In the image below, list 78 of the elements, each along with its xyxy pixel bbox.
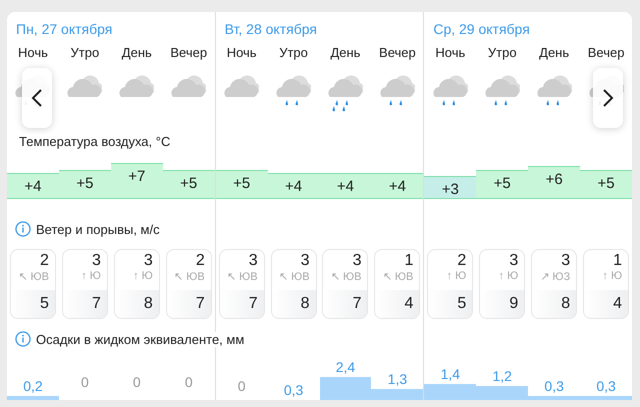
precipitation-value: 2,4 <box>336 359 356 375</box>
precipitation-value: 0 <box>80 374 89 390</box>
wind-speed: 3 <box>92 252 101 270</box>
day-date: Ср, 29 октября <box>432 20 531 39</box>
period-label: Ночь <box>226 44 257 62</box>
precipitation-value: 0 <box>184 374 193 390</box>
wind-direction: ↖ ЮВ <box>382 270 414 283</box>
precipitation-value: 0,3 <box>284 382 304 398</box>
wind-speed: 2 <box>40 252 49 270</box>
temperature-value: +4 <box>388 178 406 197</box>
period-label: Утро <box>488 44 517 62</box>
wind-gust: 4 <box>404 295 414 313</box>
wind-speed: 3 <box>144 252 153 270</box>
wind-direction: ↖ ЮВ <box>174 270 205 283</box>
temperature-value: +5 <box>233 174 250 194</box>
wind-gust: 7 <box>92 295 101 313</box>
temperature-value: +7 <box>128 168 146 187</box>
temperature-value: +5 <box>494 174 511 194</box>
wind-gust: 8 <box>300 295 310 313</box>
period-label: Вечер <box>379 44 416 62</box>
wind-speed: 3 <box>561 252 570 270</box>
temperature-value: +4 <box>336 178 354 197</box>
wind-direction: ↑ Ю <box>498 270 518 282</box>
temperature-value: +5 <box>76 174 94 194</box>
temperature-value: +6 <box>546 171 563 190</box>
wind-gust: 8 <box>561 295 570 313</box>
section-heading: Осадки в жидком эквиваленте, мм <box>36 332 244 346</box>
period-label: Ночь <box>435 44 466 62</box>
wind-direction: ↖ ЮВ <box>18 270 49 283</box>
wind-speed: 1 <box>613 252 622 270</box>
temperature-value: +5 <box>598 174 615 194</box>
wind-gust: 7 <box>196 295 205 313</box>
temperature-value: +5 <box>180 174 198 194</box>
period-label: Вечер <box>170 44 208 62</box>
wind-gust: 8 <box>144 295 153 313</box>
wind-gust: 7 <box>352 295 362 313</box>
precipitation-value: 0 <box>238 378 246 394</box>
period-label: Вечер <box>588 44 624 62</box>
wind-speed: 2 <box>457 252 466 270</box>
precipitation-value: 1,2 <box>492 368 512 384</box>
wind-direction: ↑ Ю <box>602 270 622 282</box>
precipitation-value: 0,3 <box>544 378 564 394</box>
precipitation-value: 1,3 <box>388 371 408 388</box>
section-heading: Температура воздуха, °C <box>19 134 170 148</box>
section-heading: Ветер и порывы, м/с <box>36 222 160 236</box>
temperature-value: +4 <box>24 178 42 197</box>
wind-speed: 2 <box>196 252 205 270</box>
temperature-value: +4 <box>285 178 302 197</box>
wind-speed: 3 <box>300 252 310 270</box>
precipitation-value: 1,4 <box>440 366 460 382</box>
wind-gust: 7 <box>248 295 258 313</box>
period-label: День <box>330 44 360 62</box>
day-date: Пн, 27 октября <box>15 20 114 39</box>
wind-direction: ↖ ЮВ <box>330 270 362 283</box>
precipitation-value: 0 <box>132 374 141 390</box>
wind-speed: 3 <box>352 252 362 270</box>
precipitation-value: 0,3 <box>596 378 616 394</box>
period-label: День <box>539 44 570 62</box>
period-label: День <box>122 44 152 62</box>
temperature-value: +3 <box>442 181 459 198</box>
precipitation-value: 0,2 <box>23 378 43 394</box>
wind-direction: ↑ Ю <box>446 270 466 282</box>
wind-speed: 3 <box>509 252 518 270</box>
day-date: Вт, 28 октября <box>224 20 318 39</box>
wind-gust: 4 <box>613 295 622 313</box>
wind-direction: ↗ ЮЗ <box>540 270 570 283</box>
period-label: Утро <box>279 44 308 62</box>
wind-direction: ↑ Ю <box>133 270 153 282</box>
period-label: Ночь <box>18 44 48 62</box>
wind-speed: 1 <box>404 252 414 270</box>
wind-gust: 9 <box>509 295 518 313</box>
wind-gust: 5 <box>40 295 49 313</box>
period-label: Утро <box>70 44 100 62</box>
wind-direction: ↖ ЮВ <box>227 270 258 283</box>
wind-direction: ↑ Ю <box>81 270 101 282</box>
wind-gust: 5 <box>457 295 466 313</box>
wind-direction: ↖ ЮВ <box>279 270 310 283</box>
wind-speed: 3 <box>248 252 258 270</box>
